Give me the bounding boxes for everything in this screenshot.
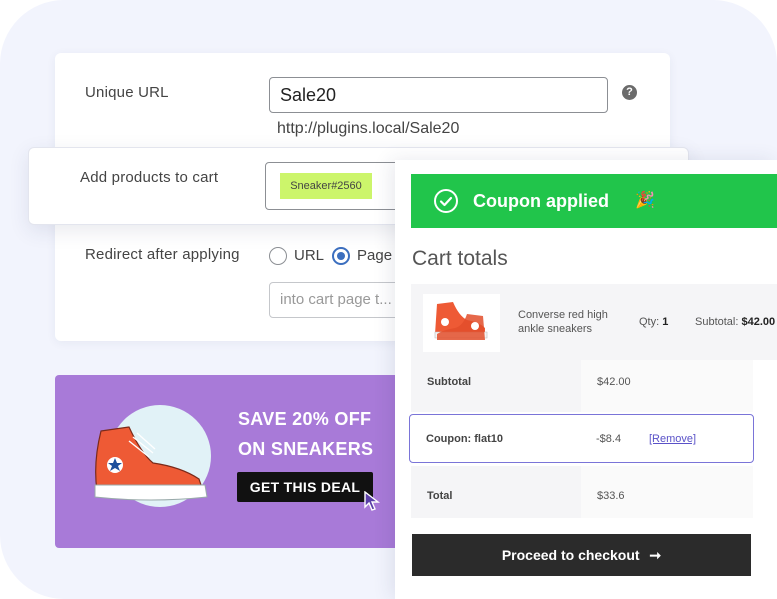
party-icon: 🎉 — [635, 192, 655, 209]
remove-coupon-link[interactable]: [Remove] — [649, 433, 696, 445]
radio-page-label: Page — [357, 247, 393, 264]
total-label: Total — [427, 490, 453, 502]
proceed-to-checkout-button[interactable]: Proceed to checkout ➞ — [412, 534, 751, 576]
promo-line-2: ON SNEAKERS — [238, 439, 374, 459]
product-name[interactable]: Converse red high ankle sneakers — [518, 308, 618, 336]
url-preview: http://plugins.local/Sale20 — [277, 120, 460, 137]
unique-url-input[interactable]: Sale20 — [269, 77, 608, 113]
product-subtotal: Subtotal: $42.00 — [695, 316, 775, 328]
checkout-label: Proceed to checkout — [501, 547, 640, 563]
sneakers-thumbnail-icon — [434, 302, 488, 340]
radio-url-label: URL — [294, 247, 325, 264]
product-tag[interactable]: Sneaker#2560 — [280, 173, 372, 199]
redirect-label: Redirect after applying — [85, 246, 240, 263]
coupon-label: Coupon: flat10 — [426, 433, 503, 445]
total-value: $33.6 — [597, 490, 625, 502]
product-qty: Qty: 1 — [639, 316, 668, 328]
cart-product-row: Converse red high ankle sneakers Qty: 1 … — [411, 284, 777, 360]
coupon-applied-banner: Coupon applied 🎉 — [411, 174, 777, 228]
qty-label: Qty: — [639, 316, 660, 328]
product-subtotal-label: Subtotal: — [695, 316, 739, 328]
product-thumbnail — [423, 294, 500, 352]
sneaker-icon — [94, 426, 208, 501]
subtotal-label: Subtotal — [427, 376, 471, 388]
add-products-label: Add products to cart — [80, 169, 219, 186]
cart-panel: Coupon applied 🎉 Cart totals Converse re… — [395, 160, 777, 599]
get-deal-button[interactable]: GET THIS DEAL — [237, 472, 373, 502]
arrow-right-icon: ➞ — [649, 547, 662, 563]
promo-banner: SAVE 20% OFF ON SNEAKERS GET THIS DEAL — [55, 375, 425, 548]
coupon-applied-text: Coupon applied — [473, 191, 609, 211]
cart-totals-title: Cart totals — [412, 247, 508, 270]
coupon-value: -$8.4 — [596, 433, 622, 445]
qty-value: 1 — [662, 316, 669, 328]
coupon-row: Coupon: flat10 -$8.4 [Remove] — [409, 414, 754, 463]
subtotal-value: $42.00 — [597, 376, 631, 388]
help-icon[interactable]: ? — [622, 85, 637, 100]
product-subtotal-value: $42.00 — [741, 316, 776, 328]
unique-url-label: Unique URL — [85, 84, 169, 101]
check-circle-icon — [434, 189, 458, 213]
radio-url[interactable] — [269, 247, 287, 265]
promo-line-1: SAVE 20% OFF — [238, 409, 372, 429]
radio-page[interactable] — [332, 247, 350, 265]
cursor-icon — [364, 491, 381, 511]
